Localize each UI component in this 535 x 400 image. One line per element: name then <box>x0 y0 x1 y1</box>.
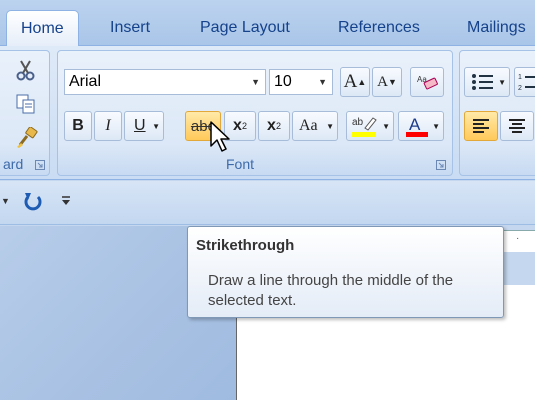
tab-mailings[interactable]: Mailings <box>467 10 526 46</box>
clipboard-dialog-launcher-icon[interactable] <box>35 160 45 170</box>
grow-font-button[interactable]: A ▲ <box>340 67 370 97</box>
highlight-color-button[interactable]: ab ▼ <box>346 111 394 141</box>
chevron-down-icon[interactable]: ▼ <box>498 78 506 87</box>
ruler-tick: · <box>516 233 520 244</box>
font-name-combo[interactable]: Arial ▼ <box>64 69 266 95</box>
underline-button[interactable]: U ▼ <box>124 111 164 141</box>
font-size-value: 10 <box>274 73 292 90</box>
svg-text:A: A <box>409 115 421 134</box>
highlighter-icon: ab <box>352 117 377 137</box>
shrink-font-button[interactable]: A ▼ <box>372 67 402 97</box>
clear-formatting-button[interactable]: Aa <box>410 67 444 97</box>
chevron-down-icon[interactable]: ▼ <box>382 122 390 131</box>
tooltip-title: Strikethrough <box>196 237 295 254</box>
quick-access-toolbar: ▼ <box>0 181 535 225</box>
tab-page-layout[interactable]: Page Layout <box>200 10 290 46</box>
customize-toolbar-icon[interactable] <box>61 195 71 207</box>
clipboard-group-label: ard <box>3 156 24 172</box>
tab-references[interactable]: References <box>338 10 420 46</box>
italic-button[interactable]: I <box>94 111 122 141</box>
numbering-button[interactable]: 1 2 <box>514 67 535 97</box>
clipboard-group: ard <box>0 50 50 176</box>
svg-text:ab: ab <box>352 117 364 128</box>
format-painter-icon[interactable] <box>15 127 39 149</box>
svg-text:1: 1 <box>518 74 522 81</box>
chevron-down-icon[interactable]: ▼ <box>432 122 440 131</box>
tab-home[interactable]: Home <box>6 10 79 46</box>
align-center-button[interactable] <box>500 111 534 141</box>
paragraph-group: ▼ 1 2 <box>459 50 535 176</box>
svg-text:2: 2 <box>518 85 522 92</box>
ribbon-tab-bar: Home Insert Page Layout References Maili… <box>0 0 535 46</box>
change-case-button[interactable]: Aa ▼ <box>292 111 338 141</box>
ribbon: ard Arial ▼ 10 ▼ A ▲ A ▼ Aa B I U ▼ abc … <box>0 46 535 180</box>
align-left-button[interactable] <box>464 111 498 141</box>
font-dialog-launcher-icon[interactable] <box>436 160 446 170</box>
redo-icon[interactable] <box>22 191 44 213</box>
chevron-down-icon[interactable]: ▼ <box>152 122 160 131</box>
copy-icon[interactable] <box>15 93 37 115</box>
superscript-button[interactable]: x2 <box>258 111 290 141</box>
font-name-value: Arial <box>69 73 102 90</box>
bullet-list-icon <box>472 74 493 90</box>
tooltip-body: Draw a line through the middle of the se… <box>208 272 454 309</box>
eraser-icon: Aa <box>417 75 438 90</box>
chevron-down-icon[interactable]: ▼ <box>326 122 334 131</box>
font-group: Arial ▼ 10 ▼ A ▲ A ▼ Aa B I U ▼ abc x 2 … <box>57 50 453 176</box>
align-center-icon <box>509 119 525 133</box>
font-size-combo[interactable]: 10 ▼ <box>269 69 333 95</box>
strikethrough-tooltip: Strikethrough Draw a line through the mi… <box>187 226 504 318</box>
bullets-button[interactable]: ▼ <box>464 67 510 97</box>
mouse-cursor-icon <box>210 121 232 155</box>
cut-icon[interactable] <box>15 59 37 81</box>
numbered-list-icon: 1 2 <box>518 74 535 92</box>
undo-dropdown-icon[interactable]: ▼ <box>1 196 10 206</box>
align-left-icon <box>473 119 489 133</box>
bold-button[interactable]: B <box>64 111 92 141</box>
font-color-icon: A <box>406 115 428 137</box>
font-group-label: Font <box>226 156 255 172</box>
tab-insert[interactable]: Insert <box>110 10 150 46</box>
font-color-button[interactable]: A ▼ <box>398 111 444 141</box>
chevron-down-icon[interactable]: ▼ <box>318 70 327 94</box>
chevron-down-icon[interactable]: ▼ <box>251 70 260 94</box>
